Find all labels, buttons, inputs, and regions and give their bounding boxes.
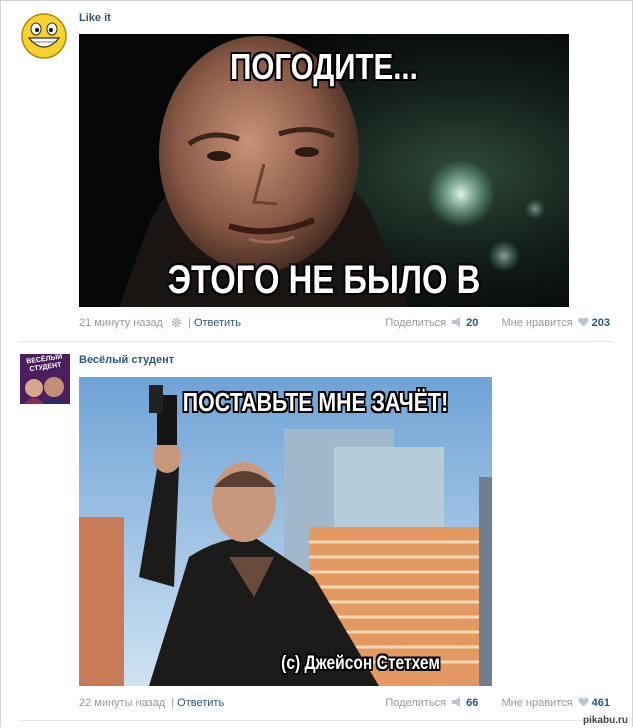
post-footer: 22 минуты назад | Ответить Поделиться 66 … (79, 697, 610, 709)
post-image[interactable]: ПОСТАВЬТЕ МНЕ ЗАЧЁТ! (с) Джейсон Стетхем (79, 377, 492, 686)
caption-bottom: (с) Джейсон Стетхем (281, 653, 440, 674)
post-author[interactable]: Весёлый студент (79, 354, 174, 366)
like-count: 461 (591, 697, 610, 709)
like-label: Мне нравится (501, 697, 573, 709)
author-avatar[interactable] (20, 12, 68, 60)
share-count: 66 (466, 697, 479, 709)
watermark: pikabu.ru (582, 715, 628, 726)
reply-link[interactable]: Ответить (177, 697, 224, 709)
gear-icon[interactable] (171, 317, 182, 332)
like-button[interactable]: Мне нравится 461 (501, 697, 610, 709)
post-image[interactable]: ПОГОДИТЕ... ЭТОГО НЕ БЫЛО В СЦЕНАРИИ.. (79, 34, 569, 307)
post-divider (20, 720, 613, 721)
reply-link[interactable]: Ответить (194, 317, 241, 329)
smiley-face-icon (21, 13, 67, 59)
post-footer: 21 минуту назад | Ответить Поделиться 20 … (79, 316, 613, 330)
heart-icon (577, 317, 589, 327)
post-time[interactable]: 21 минуту назад (79, 317, 163, 329)
caption-top: ПОГОДИТЕ... (230, 46, 418, 87)
post-divider (20, 341, 613, 342)
share-button[interactable]: Поделиться 20 (385, 317, 481, 329)
megaphone-icon (452, 697, 461, 707)
like-label: Мне нравится (501, 317, 573, 329)
share-label: Поделиться (385, 317, 447, 329)
like-button[interactable]: Мне нравится 203 (501, 317, 610, 329)
meme-photo (79, 377, 492, 686)
megaphone-icon (452, 317, 461, 327)
heart-icon (577, 697, 589, 707)
caption-top: ПОСТАВЬТЕ МНЕ ЗАЧЁТ! (182, 387, 449, 417)
post-author[interactable]: Like it (79, 12, 111, 24)
like-count: 203 (591, 317, 610, 329)
share-label: Поделиться (385, 697, 447, 709)
share-button[interactable]: Поделиться 66 (385, 697, 481, 709)
share-count: 20 (466, 317, 479, 329)
caption-bottom: ЭТОГО НЕ БЫЛО В СЦЕНАРИИ.. (167, 258, 481, 307)
post-time[interactable]: 22 минуты назад (79, 697, 165, 709)
author-avatar[interactable]: ВЕСЁЛЫЙ СТУДЕНТ (20, 354, 70, 404)
